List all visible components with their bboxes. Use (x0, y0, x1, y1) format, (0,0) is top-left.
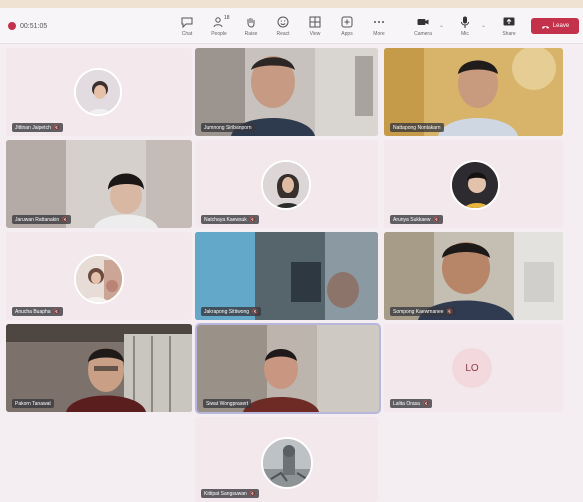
more-icon (374, 21, 384, 23)
mic-muted-icon: 🔇 (422, 400, 430, 407)
participant-name-tag: Kittipat Sangsuwan 🔇 (201, 489, 260, 498)
participant-name-tag: Sompong Kaewmanee 🔇 (390, 307, 456, 316)
camera-options-chevron-icon[interactable]: ⌄ (439, 22, 444, 29)
mic-icon (461, 16, 469, 28)
participant-name-tag: Lalita Orasa 🔇 (390, 399, 433, 408)
leave-label: Leave (552, 23, 570, 29)
initials-avatar: LO (452, 348, 492, 388)
participant-tile[interactable]: Jumnong Siribanporn (195, 48, 378, 136)
participant-name-tag: Pakorn Tanawat (12, 399, 54, 408)
raise-label: Raise (244, 31, 258, 37)
mic-muted-icon: 🔇 (249, 490, 257, 497)
participant-name-tag: Jaruwan Rattanakin 🔇 (12, 215, 72, 224)
participant-name: Anucha Buapha (15, 308, 51, 315)
participant-name: Jakrapong Sittiwong (204, 308, 250, 315)
people-count-badge: 18 (224, 15, 230, 21)
participant-tile[interactable]: Arunya Sukkaew 🔇 (384, 140, 563, 228)
mic-button[interactable]: Mic (452, 12, 478, 40)
participant-name-tag: Jumnong Siribanporn (201, 123, 255, 132)
avatar (261, 437, 313, 489)
participant-tile[interactable]: Kittipat Sangsuwan 🔇 (195, 417, 378, 502)
share-label: Share (502, 31, 516, 37)
chat-button[interactable]: Chat (174, 12, 200, 40)
view-button[interactable]: View (302, 12, 328, 40)
camera-button[interactable]: Camera (410, 12, 436, 40)
people-button[interactable]: 18 People (206, 12, 232, 40)
participant-tile[interactable]: Jakrapong Sittiwong 🔇 (195, 232, 378, 320)
participant-tile-active-speaker[interactable]: Siwat Wongprasert (195, 323, 381, 414)
react-icon (277, 16, 289, 28)
raise-hand-button[interactable]: Raise (238, 12, 264, 40)
participant-tile[interactable]: Sompong Kaewmanee 🔇 (384, 232, 563, 320)
view-icon (309, 16, 321, 28)
participant-name: Siwat Wongprasert (206, 400, 249, 407)
camera-icon (417, 19, 429, 25)
chat-label: Chat (181, 31, 193, 37)
phone-hangup-icon (541, 25, 549, 29)
mic-muted-icon: 🔇 (53, 308, 60, 315)
apps-icon (341, 16, 353, 28)
participant-tile[interactable]: Pakorn Tanawat (6, 324, 192, 412)
chat-icon (181, 17, 193, 29)
avatar (450, 160, 500, 210)
participant-name: Kittipat Sangsuwan (204, 490, 247, 497)
recording-dot-icon (8, 22, 16, 30)
people-label: People (211, 31, 227, 37)
mic-label: Mic (461, 31, 469, 37)
view-label: View (309, 31, 321, 37)
leave-button[interactable]: Leave (531, 18, 579, 34)
participant-name: Natchaya Kaewsuk (204, 216, 247, 223)
participant-name-tag: Jakrapong Sittiwong 🔇 (201, 307, 262, 316)
participant-name-tag: Jittinan Jaipetch 🔇 (12, 123, 64, 132)
participant-tile[interactable]: Anucha Buapha 🔇 (6, 232, 192, 320)
meeting-toolbar: 00:51:05 Chat 18 People Raise React View… (0, 8, 583, 44)
participant-name: Nattapong Nontakarn (393, 124, 441, 131)
participant-name-tag: Siwat Wongprasert (203, 399, 252, 408)
participant-tile[interactable]: Jittinan Jaipetch 🔇 (6, 48, 192, 136)
participant-name: Pakorn Tanawat (15, 400, 51, 407)
avatar (261, 160, 311, 210)
more-button[interactable]: More (366, 12, 392, 40)
participant-name-tag: Natchaya Kaewsuk 🔇 (201, 215, 260, 224)
participant-name: Sompong Kaewmanee (393, 308, 444, 315)
participant-tile[interactable]: Natchaya Kaewsuk 🔇 (195, 140, 378, 228)
mic-muted-icon: 🔇 (53, 124, 61, 131)
mic-muted-icon: 🔇 (446, 308, 453, 315)
more-label: More (373, 31, 385, 37)
apps-button[interactable]: Apps (334, 12, 360, 40)
participant-tile[interactable]: Nattapong Nontakarn (384, 48, 563, 136)
participant-name: Jumnong Siribanporn (204, 124, 252, 131)
mic-muted-icon: 🔇 (249, 216, 257, 223)
avatar (74, 254, 124, 304)
avatar (74, 68, 122, 116)
share-icon (503, 17, 515, 26)
recording-indicator: 00:51:05 (8, 22, 47, 30)
camera-label: Camera (414, 31, 432, 37)
participant-tile[interactable]: Jaruwan Rattanakin 🔇 (6, 140, 192, 228)
participant-name: Arunya Sukkaew (393, 216, 431, 223)
react-label: React (276, 31, 290, 37)
participant-name-tag: Anucha Buapha 🔇 (12, 307, 63, 316)
participant-name: Lalita Orasa (393, 400, 420, 407)
react-button[interactable]: React (270, 12, 296, 40)
participant-name: Jittinan Jaipetch (15, 124, 51, 131)
mic-muted-icon: 🔇 (252, 308, 259, 315)
participant-name: Jaruwan Rattanakin (15, 216, 60, 223)
mic-muted-icon: 🔇 (62, 216, 69, 223)
participant-name-tag: Nattapong Nontakarn (390, 123, 444, 132)
window-top-strip (0, 0, 583, 8)
raise-hand-icon (247, 18, 255, 28)
mic-options-chevron-icon[interactable]: ⌄ (481, 22, 486, 29)
mic-muted-icon: 🔇 (433, 216, 440, 223)
participant-name-tag: Arunya Sukkaew 🔇 (390, 215, 443, 224)
recording-timer: 00:51:05 (20, 22, 48, 30)
apps-label: Apps (341, 31, 353, 37)
share-button[interactable]: Share (496, 12, 522, 40)
